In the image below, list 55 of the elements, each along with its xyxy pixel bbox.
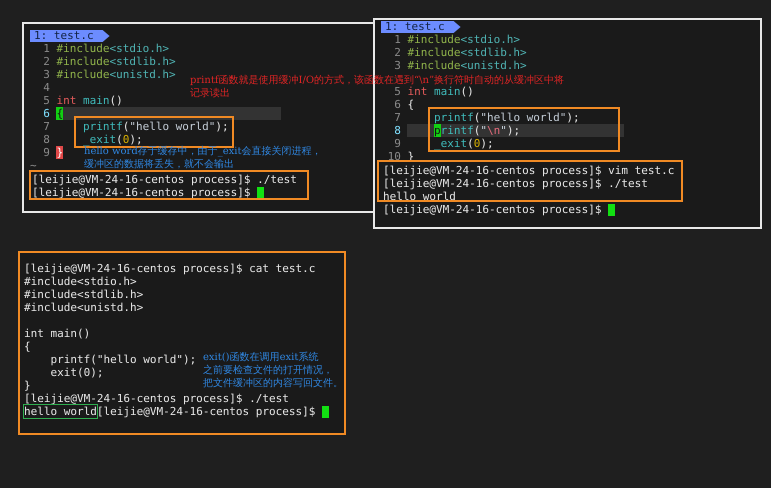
program-output: hello world [24,405,97,418]
terminal-line: hello world [383,190,456,203]
line-number: 9 [393,137,401,150]
empty-line-marker: ~ [30,159,37,172]
code-line: printf("hello world"); [82,120,229,133]
code-line: _exit(0); [82,133,143,146]
line-number: 3 [42,68,50,81]
code-line: printf("hello world"); [432,111,580,124]
line-number: 1 [393,33,401,46]
line-number: 3 [393,59,401,72]
line-number: 7 [42,120,50,133]
line-number: 5 [393,85,401,98]
terminal-line: } [24,379,31,392]
terminal-line: exit(0); [49,366,104,379]
terminal-line: [leijie@VM-24-16-centos process]$ [96,405,316,418]
line-number: 8 [393,124,401,137]
terminal-line: int main() [24,327,90,340]
terminal-line: { [24,340,31,353]
line-number: 7 [393,111,401,124]
annotation-text: exit()函数在调用exit系统 之前要检查文件的打开情况， 把文件缓冲区的内容写回文件。 [203,351,343,390]
line-number: 6 [42,107,50,120]
code-line: _exit(0); [432,137,494,150]
terminal-line: printf("hello world"); [49,353,196,366]
line-number: 10 [386,150,401,163]
terminal-line: [leijie@VM-24-16-centos process]$ [32,186,251,199]
terminal-line: [leijie@VM-24-16-centos process]$ [383,203,602,216]
terminal-line: #include<unistd.h> [24,301,144,314]
code-line: int main() [407,85,474,98]
terminal-line: #include<stdio.h> [24,275,137,288]
line-number: 8 [42,133,50,146]
line-number: 9 [42,146,50,159]
line-number: 2 [42,55,50,68]
file-tab[interactable]: 1: test.c [30,30,110,42]
line-number: 6 [393,98,401,111]
terminal-line: [leijie@VM-24-16-centos process]$ ./test [24,392,289,405]
line-number: 5 [42,94,50,107]
code-line: int main() [56,94,123,107]
code-line: #include<stdio.h> [407,33,520,46]
terminal-line: [leijie@VM-24-16-centos process]$ cat test.c [24,262,316,275]
code-line: #include<stdlib.h> [56,55,176,68]
terminal-line: [leijie@VM-24-16-centos process]$ ./test [383,177,648,190]
terminal-line: #include<stdlib.h> [24,288,144,301]
line-number: 1 [42,42,50,55]
code-line: #include<unistd.h> [407,59,527,72]
terminal-line: [leijie@VM-24-16-centos process]$ ./test [32,173,297,186]
code-line: { [407,98,414,111]
terminal-line: [leijie@VM-24-16-centos process]$ vim test.c [383,164,674,177]
line-number: 2 [393,46,401,59]
line-number: 4 [42,81,50,94]
code-line: #include<stdio.h> [56,42,170,55]
code-line: #include<unistd.h> [56,68,176,81]
file-tab[interactable]: 1: test.c [381,21,461,33]
annotation-text: hello word存于缓存中，由于_exit会直接关闭进程， 缓冲区的数据将丢失，就不会输出 [84,146,322,171]
code-line: #include<stdlib.h> [407,46,527,59]
annotation-text: 记录读出 [190,87,230,100]
